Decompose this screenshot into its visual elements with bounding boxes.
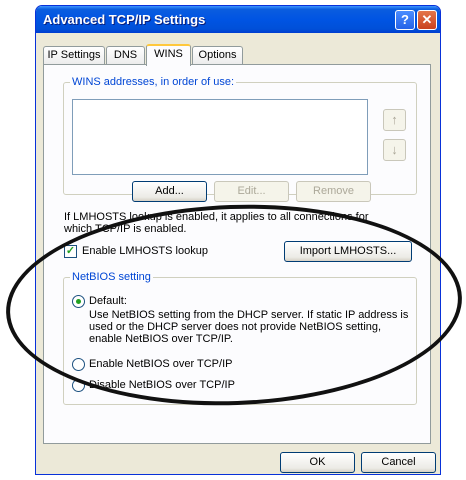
lmhosts-checkbox-label[interactable]: Enable LMHOSTS lookup xyxy=(82,245,208,257)
wins-addresses-legend: WINS addresses, in order of use: xyxy=(70,76,237,88)
remove-button[interactable]: Remove xyxy=(296,181,371,202)
checkmark-icon: ✓ xyxy=(65,245,76,257)
radio-disable-netbios[interactable] xyxy=(72,379,85,392)
import-lmhosts-button[interactable]: Import LMHOSTS... xyxy=(284,241,412,262)
tab-ip-settings[interactable]: IP Settings xyxy=(43,46,105,64)
tab-wins[interactable]: WINS xyxy=(146,44,191,66)
radio-default[interactable] xyxy=(72,295,85,308)
lmhosts-info-text: If LMHOSTS lookup is enabled, it applies… xyxy=(64,211,369,235)
window-title: Advanced TCP/IP Settings xyxy=(43,12,206,27)
radio-enable-netbios[interactable] xyxy=(72,358,85,371)
radio-enable-label[interactable]: Enable NetBIOS over TCP/IP xyxy=(89,358,232,370)
close-button[interactable]: ✕ xyxy=(417,10,437,30)
tab-options[interactable]: Options xyxy=(192,46,243,64)
wins-address-list[interactable] xyxy=(72,99,368,175)
dialog-window: Advanced TCP/IP Settings ? ✕ IP Settings… xyxy=(35,5,441,475)
netbios-legend: NetBIOS setting xyxy=(70,271,153,283)
add-button[interactable]: Add... xyxy=(132,181,207,202)
down-arrow-icon: ↓ xyxy=(391,142,398,157)
ok-button[interactable]: OK xyxy=(280,452,355,473)
title-bar[interactable]: Advanced TCP/IP Settings ? ✕ xyxy=(36,6,440,33)
close-icon: ✕ xyxy=(421,12,433,27)
help-button[interactable]: ? xyxy=(395,10,415,30)
radio-disable-label[interactable]: Disable NetBIOS over TCP/IP xyxy=(89,379,235,391)
wins-addresses-group: WINS addresses, in order of use: ↑ ↓ Add… xyxy=(63,76,417,202)
radio-selected-dot xyxy=(76,299,81,304)
wins-tab-panel: WINS addresses, in order of use: ↑ ↓ Add… xyxy=(43,64,431,444)
default-description-text: Use NetBIOS setting from the DHCP server… xyxy=(89,309,409,345)
up-arrow-icon: ↑ xyxy=(391,112,398,127)
move-down-button[interactable]: ↓ xyxy=(383,139,406,161)
radio-default-label[interactable]: Default: xyxy=(89,295,127,307)
help-icon: ? xyxy=(401,12,409,27)
cancel-button[interactable]: Cancel xyxy=(361,452,436,473)
netbios-group: NetBIOS setting Default: Use NetBIOS set… xyxy=(63,271,417,405)
lmhosts-checkbox[interactable]: ✓ xyxy=(64,245,77,258)
edit-button[interactable]: Edit... xyxy=(214,181,289,202)
tab-dns[interactable]: DNS xyxy=(106,46,145,64)
move-up-button[interactable]: ↑ xyxy=(383,109,406,131)
